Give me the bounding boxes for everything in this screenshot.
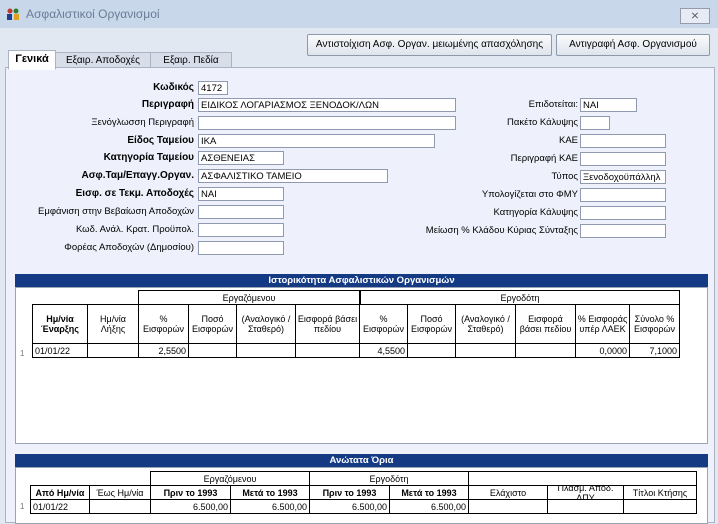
subsidized-label-text: Επιδοτείται	[528, 99, 576, 110]
analysis-code-label: Κωδ. Ανάλ. Κρατ. Προϋπολ.	[75, 224, 194, 235]
match-reduced-employment-button[interactable]: Αντιστοίχιση Ασφ. Οργαν. μειωμένης απασχ…	[307, 34, 552, 56]
limits-row-indicator: 1	[20, 502, 25, 511]
close-button[interactable]: ⨯	[680, 8, 710, 24]
fmy-field[interactable]	[580, 188, 666, 202]
history-cell-total[interactable]: 7,1000	[629, 343, 680, 358]
earnings-entry-label: Εισφ. σε Τεκμ. Αποδοχές	[75, 188, 194, 199]
fund-category-label: Κατηγορία Ταμείου	[103, 152, 194, 163]
reduction-label: Μείωση % Κλάδου Κύριας Σύνταξης	[425, 225, 578, 236]
kae-label: ΚΑΕ	[558, 135, 578, 146]
limits-col-emp-before[interactable]: Πριν το 1993	[150, 485, 231, 500]
window-title: Ασφαλιστικοί Οργανισμοί	[26, 7, 160, 21]
history-col-er-kind[interactable]: (Αναλογικό / Σταθερό)	[455, 304, 516, 344]
public-body-field[interactable]	[198, 241, 284, 255]
limits-group-employer: Εργοδότη	[309, 471, 469, 486]
title-bar: Ασφαλιστικοί Οργανισμοί ⨯	[0, 0, 718, 28]
kae-field[interactable]	[580, 134, 666, 148]
history-cell-er-kind[interactable]	[455, 343, 516, 358]
limits-col-titles[interactable]: Τίτλοι Κτήσης	[623, 485, 697, 500]
foreign-description-label: Ξενόγλωσση Περιγραφή	[91, 117, 194, 128]
fmy-label: Υπολογίζεται στο ΦΜΥ	[481, 189, 578, 200]
limits-cell-titles[interactable]	[623, 499, 697, 514]
limits-col-emp-after[interactable]: Μετά το 1993	[230, 485, 310, 500]
limits-col-er-before[interactable]: Πριν το 1993	[309, 485, 390, 500]
type-label: Τύπος	[551, 171, 578, 182]
history-cell-emp-field[interactable]	[295, 343, 360, 358]
subsidized-field[interactable]: ΝΑΙ	[580, 98, 637, 112]
limits-section-header: Ανώτατα Όρια	[15, 454, 708, 467]
history-cell-er-field[interactable]	[515, 343, 576, 358]
history-col-emp-field[interactable]: Εισφορά βάσει πεδίου	[295, 304, 360, 344]
history-cell-emp-amount[interactable]	[188, 343, 237, 358]
show-cert-label: Εμφάνιση στην Βεβαίωση Αποδοχών	[38, 206, 194, 217]
limits-col-min[interactable]: Ελάχιστο	[468, 485, 548, 500]
history-col-er-field[interactable]: Εισφορά βάσει πεδίου	[515, 304, 576, 344]
history-col-er-amount[interactable]: Ποσό Εισφορών	[407, 304, 456, 344]
history-cell-start[interactable]: 01/01/22	[32, 343, 88, 358]
history-cell-end[interactable]	[87, 343, 139, 358]
limits-col-to[interactable]: Έως Ημ/νία	[89, 485, 151, 500]
history-cell-er-amount[interactable]	[407, 343, 456, 358]
code-field[interactable]: 4172	[198, 81, 228, 95]
history-group-employer: Εργοδότη	[360, 290, 680, 305]
coverage-category-label: Κατηγορία Κάλυψης	[493, 207, 579, 218]
history-cell-emp-pct[interactable]: 2,5500	[138, 343, 189, 358]
public-body-label: Φορέας Αποδοχών (Δημοσίου)	[64, 242, 194, 253]
limits-group-employee: Εργαζόμενου	[150, 471, 310, 486]
limits-col-from[interactable]: Από Ημ/νία	[30, 485, 90, 500]
coverage-package-label: Πακέτο Κάλυψης	[507, 117, 578, 128]
code-label: Κωδικός	[153, 82, 194, 93]
limits-cell-from[interactable]: 01/01/22	[30, 499, 90, 514]
fund-type-field[interactable]: ΙΚΑ	[198, 134, 435, 148]
tab-general[interactable]: Γενικά	[8, 50, 56, 70]
coverage-package-field[interactable]	[580, 116, 610, 130]
kae-desc-label: Περιγραφή ΚΑΕ	[510, 153, 578, 164]
history-col-emp-kind[interactable]: (Αναλογικό / Σταθερό)	[236, 304, 296, 344]
copy-fund-button[interactable]: Αντιγραφή Ασφ. Οργανισμού	[556, 34, 710, 56]
kae-desc-field[interactable]	[580, 152, 666, 166]
history-col-er-pct[interactable]: % Εισφορών	[359, 304, 408, 344]
limits-cell-to[interactable]	[89, 499, 151, 514]
history-col-emp-pct[interactable]: % Εισφορών	[138, 304, 189, 344]
history-col-total[interactable]: Σύνολο % Εισφορών	[629, 304, 680, 344]
limits-cell-dpy[interactable]	[547, 499, 624, 514]
earnings-entry-field[interactable]: ΝΑΙ	[198, 187, 284, 201]
description-label: Περιγραφή	[141, 99, 194, 110]
ins-fund-field[interactable]: ΑΣΦΑΛΙΣΤΙΚΟ ΤΑΜΕΙΟ	[198, 169, 388, 183]
history-group-employee: Εργαζόμενου	[138, 290, 360, 305]
coverage-category-field[interactable]	[580, 206, 666, 220]
analysis-code-field[interactable]	[198, 223, 284, 237]
history-col-end[interactable]: Ημ/νία Λήξης	[87, 304, 139, 344]
fund-type-label: Είδος Ταμείου	[127, 135, 194, 146]
app-icon	[7, 8, 19, 20]
history-cell-er-pct[interactable]: 4,5500	[359, 343, 408, 358]
ins-fund-label: Ασφ.Ταμ/Επαγγ.Οργαν.	[81, 170, 194, 181]
type-field[interactable]: Ξενοδοχοϋπάλληλ	[580, 170, 666, 184]
history-section-header: Ιστορικότητα Ασφαλιστικών Οργανισμών	[15, 274, 708, 287]
limits-col-er-after[interactable]: Μετά το 1993	[389, 485, 469, 500]
history-col-emp-amount[interactable]: Ποσό Εισφορών	[188, 304, 237, 344]
description-field[interactable]: ΕΙΔΙΚΟΣ ΛΟΓΑΡΙΑΣΜΟΣ ΞΕΝΟΔΟΚ/ΛΩΝ	[198, 98, 456, 112]
reduction-field[interactable]	[580, 224, 666, 238]
limits-cell-er-before[interactable]: 6.500,00	[309, 499, 390, 514]
foreign-description-field[interactable]	[198, 116, 456, 130]
limits-col-dpy[interactable]: Πλασμ. Αποδ. ΔΠΥ	[547, 485, 624, 500]
subsidized-label: Επιδοτείται:	[528, 99, 578, 110]
limits-cell-er-after[interactable]: 6.500,00	[389, 499, 469, 514]
history-col-laek[interactable]: % Εισφοράς υπέρ ΛΑΕΚ	[575, 304, 630, 344]
limits-cell-min[interactable]	[468, 499, 548, 514]
history-cell-laek[interactable]: 0,0000	[575, 343, 630, 358]
show-cert-field[interactable]	[198, 205, 284, 219]
limits-group-extra	[468, 471, 697, 486]
history-col-start[interactable]: Ημ/νία Έναρξης	[32, 304, 88, 344]
limits-cell-emp-after[interactable]: 6.500,00	[230, 499, 310, 514]
history-cell-emp-kind[interactable]	[236, 343, 296, 358]
fund-category-field[interactable]: ΑΣΘΕΝΕΙΑΣ	[198, 151, 284, 165]
limits-cell-emp-before[interactable]: 6.500,00	[150, 499, 231, 514]
history-row-indicator: 1	[20, 349, 25, 358]
